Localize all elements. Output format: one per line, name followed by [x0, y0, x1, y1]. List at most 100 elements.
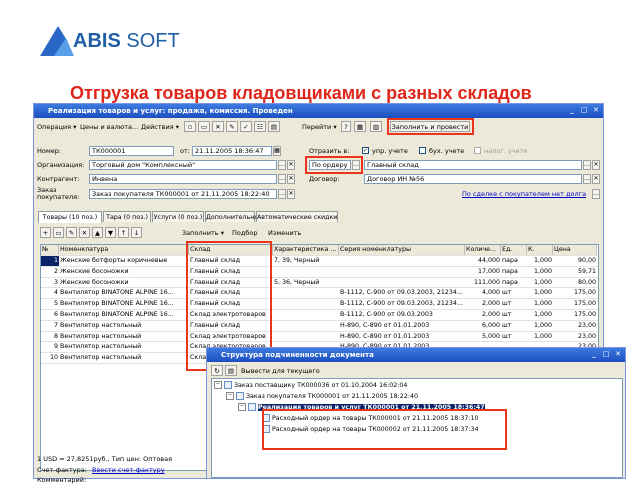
- refresh-icon[interactable]: ↻: [211, 365, 223, 376]
- cell-ch: [273, 321, 339, 331]
- number-field[interactable]: ТК000001: [89, 146, 174, 156]
- org-field[interactable]: Торговый дом "Комплексный": [89, 160, 277, 170]
- highlight-tree-nodes: [262, 409, 507, 450]
- cell-n: 5: [53, 300, 58, 308]
- tab-tare[interactable]: Тара (0 поз.): [103, 211, 151, 222]
- cell-item: Вентилятор BINATONE ALPINE 16...: [60, 311, 174, 318]
- col-price[interactable]: Цена: [553, 245, 597, 255]
- cell-n: 3: [53, 278, 58, 286]
- new-icon[interactable]: ▫: [184, 121, 196, 132]
- change-button[interactable]: Изменить: [268, 227, 301, 239]
- col-series[interactable]: Серия номенклатуры: [339, 245, 465, 255]
- contract-select-icon[interactable]: …: [583, 174, 591, 184]
- cell-item: Вентилятор настольный: [60, 321, 142, 329]
- delete-row-icon[interactable]: ✕: [79, 227, 90, 238]
- debt-link[interactable]: По сделке с покупателем нет долга: [462, 190, 586, 198]
- cell-ser: [339, 256, 465, 266]
- buyer-order-select-icon[interactable]: …: [278, 189, 286, 199]
- prices-menu[interactable]: Цены и валюта...: [80, 121, 138, 133]
- maximize-icon[interactable]: □: [601, 350, 611, 359]
- calc-icon[interactable]: ▥: [370, 121, 382, 132]
- cell-price: 80,00: [577, 278, 596, 286]
- table-row[interactable]: 5 Вентилятор BINATONE ALPINE 16... Главный…: [41, 299, 598, 310]
- buyer-order-field[interactable]: Заказ покупателя ТК000001 от 21.11.2005 …: [89, 189, 277, 199]
- table-row[interactable]: 3 Женские босоножки Главный склад 5, 36, Че…: [41, 278, 598, 289]
- calendar-icon[interactable]: ▦: [273, 146, 281, 156]
- copy-icon[interactable]: ▭: [198, 121, 210, 132]
- cell-n: 2: [53, 267, 58, 275]
- sort-desc-icon[interactable]: ↓: [131, 227, 142, 238]
- table-icon[interactable]: ▦: [354, 121, 366, 132]
- contractor-clear-icon[interactable]: ✕: [287, 174, 295, 184]
- sort-asc-icon[interactable]: ↑: [118, 227, 129, 238]
- edit-row-icon[interactable]: ✎: [66, 227, 77, 238]
- cell-n: 6: [53, 311, 58, 318]
- print-icon[interactable]: ▤: [268, 121, 280, 132]
- collapse-icon[interactable]: −: [238, 403, 246, 411]
- goto-menu[interactable]: Перейти ▾: [302, 121, 337, 133]
- select-button[interactable]: Подбор: [232, 227, 257, 239]
- cell-ser: [339, 267, 465, 277]
- print-current-button[interactable]: Вывести для текущего: [241, 365, 320, 377]
- date-field[interactable]: 21.11.2005 18:36:47: [192, 146, 272, 156]
- warehouse-select-icon[interactable]: …: [583, 160, 591, 170]
- tab-goods[interactable]: Товары (10 поз.): [38, 211, 102, 223]
- structure-icon[interactable]: ☷: [254, 121, 266, 132]
- table-row[interactable]: 8 Вентилятор настольный Склад электротовар…: [41, 332, 598, 343]
- contract-field[interactable]: Договор ИН №56: [364, 174, 582, 184]
- table-row[interactable]: 1 Женские ботфорты коричневые Главный скла…: [41, 256, 598, 267]
- copy-row-icon[interactable]: ▭: [53, 227, 64, 238]
- col-unit[interactable]: Ед.: [501, 245, 527, 255]
- help-icon[interactable]: ?: [341, 121, 351, 132]
- col-qty[interactable]: Количе...: [465, 245, 501, 255]
- tax-checkbox[interactable]: [474, 147, 481, 154]
- cell-ch: [273, 299, 339, 309]
- tree-node[interactable]: − Заказ поставщику ТК000036 от 01.10.2004…: [214, 381, 407, 391]
- contract-clear-icon[interactable]: ✕: [592, 174, 600, 184]
- fill-menu[interactable]: Заполнить ▾: [182, 227, 224, 239]
- collapse-icon[interactable]: −: [214, 381, 222, 389]
- table-row[interactable]: 7 Вентилятор настольный Главный склад Н-890…: [41, 321, 598, 332]
- col-item[interactable]: Номенклатура: [59, 245, 189, 255]
- org-clear-icon[interactable]: ✕: [287, 160, 295, 170]
- open-icon[interactable]: ▤: [225, 365, 237, 376]
- tab-auto-discounts[interactable]: Автоматические скидки: [256, 211, 338, 222]
- buyer-order-label: Заказ покупателя:: [37, 186, 80, 201]
- warehouse-field[interactable]: Главный склад: [364, 160, 582, 170]
- table-header: № Номенклатура Склад Характеристика ... …: [41, 245, 598, 256]
- contractor-select-icon[interactable]: …: [278, 174, 286, 184]
- table-row[interactable]: 2 Женские босоножки Главный склад 17,000 пар…: [41, 267, 598, 278]
- edit-icon[interactable]: ✎: [226, 121, 238, 132]
- post-icon[interactable]: ✓: [240, 121, 252, 132]
- org-label: Организация:: [37, 161, 85, 169]
- operation-menu[interactable]: Операция ▾: [37, 121, 76, 133]
- org-select-icon[interactable]: …: [278, 160, 286, 170]
- col-characteristic[interactable]: Характеристика ...: [273, 245, 339, 255]
- maximize-icon[interactable]: □: [579, 106, 589, 115]
- invoice-link[interactable]: Ввести счет-фактуру: [92, 466, 165, 474]
- move-down-icon[interactable]: ▼: [105, 227, 116, 238]
- tree-node[interactable]: − Заказ покупателя ТК000001 от 21.11.2005…: [226, 392, 418, 402]
- mgmt-checkbox[interactable]: ✓: [362, 147, 369, 154]
- table-row[interactable]: 6 Вентилятор BINATONE ALPINE 16... Склад э…: [41, 310, 598, 321]
- minimize-icon[interactable]: _: [589, 350, 599, 359]
- collapse-icon[interactable]: −: [226, 392, 234, 400]
- actions-menu[interactable]: Действия ▾: [141, 121, 179, 133]
- warehouse-clear-icon[interactable]: ✕: [592, 160, 600, 170]
- move-up-icon[interactable]: ▲: [92, 227, 103, 238]
- delete-icon[interactable]: ✕: [212, 121, 224, 132]
- col-k[interactable]: К.: [527, 245, 553, 255]
- minimize-icon[interactable]: _: [567, 106, 577, 115]
- debt-icon[interactable]: …: [592, 189, 600, 199]
- col-num[interactable]: №: [41, 245, 59, 255]
- tab-services[interactable]: Услуги (0 поз.): [152, 211, 204, 222]
- table-row[interactable]: 4 Вентилятор BINATONE ALPINE 16... Главный…: [41, 288, 598, 300]
- contractor-field[interactable]: Инвена: [89, 174, 277, 184]
- close-icon[interactable]: ✕: [591, 106, 601, 115]
- tab-additional[interactable]: Дополнительно: [205, 211, 258, 222]
- buyer-order-clear-icon[interactable]: ✕: [287, 189, 295, 199]
- close-icon[interactable]: ✕: [613, 350, 623, 359]
- add-row-icon[interactable]: +: [40, 227, 51, 238]
- acct-checkbox[interactable]: [419, 147, 426, 154]
- cell-ch: [273, 332, 339, 342]
